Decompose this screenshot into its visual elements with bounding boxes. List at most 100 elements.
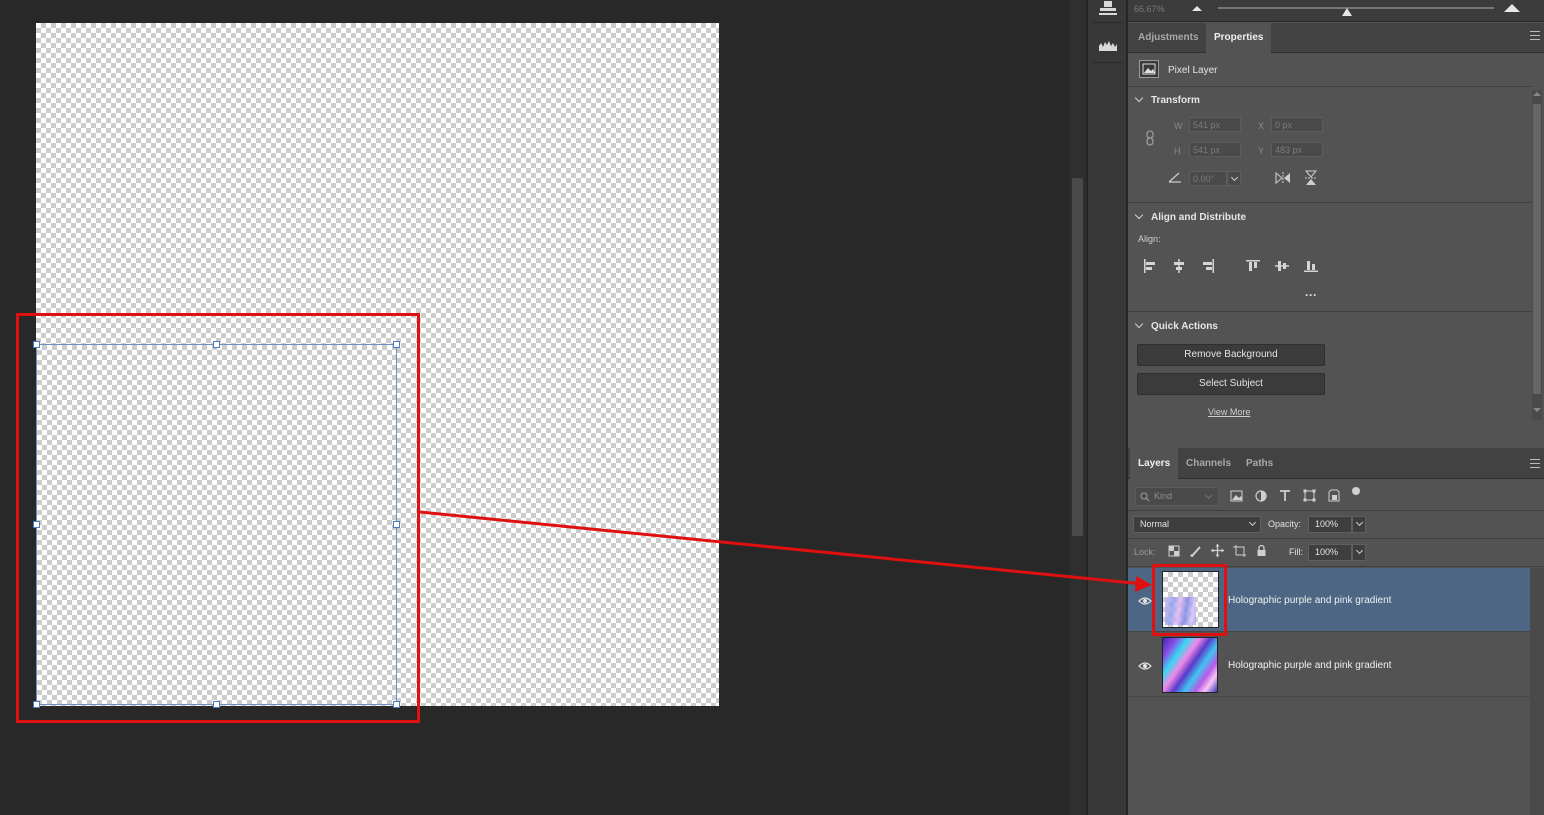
align-left-edges-icon[interactable] <box>1143 259 1157 276</box>
layer-filter-kind[interactable]: Kind <box>1135 487 1219 506</box>
lock-transparent-pixels-icon[interactable] <box>1168 545 1180 560</box>
quick-actions-section-header[interactable]: Quick Actions <box>1134 319 1218 332</box>
tab-adjustments[interactable]: Adjustments <box>1130 23 1207 53</box>
layer-name[interactable]: Holographic purple and pink gradient <box>1228 595 1391 606</box>
angle-dropdown[interactable] <box>1227 171 1241 186</box>
height-field[interactable]: 541 px <box>1189 142 1241 157</box>
opacity-dropdown[interactable] <box>1352 516 1366 533</box>
lock-image-pixels-icon[interactable] <box>1190 545 1202 560</box>
x-label: X <box>1258 121 1265 131</box>
filter-shape-icon[interactable] <box>1303 489 1316 505</box>
zoom-out-icon[interactable] <box>1192 6 1202 11</box>
align-right-edges-icon[interactable] <box>1201 259 1215 276</box>
visibility-eye-icon[interactable] <box>1138 661 1152 671</box>
filter-type-icon[interactable] <box>1279 489 1291 505</box>
lock-artboard-icon[interactable] <box>1233 545 1246 560</box>
strip-divider <box>1092 62 1124 63</box>
histogram-icon[interactable] <box>1088 38 1128 55</box>
transform-title: Transform <box>1151 95 1200 106</box>
chevron-down-icon <box>1355 518 1364 527</box>
chevron-down-icon <box>1355 546 1364 555</box>
zoom-slider-thumb[interactable] <box>1342 8 1352 16</box>
x-field[interactable]: 0 px <box>1271 117 1323 132</box>
layer-type-label: Pixel Layer <box>1168 65 1218 76</box>
layers-scrollbar[interactable] <box>1530 568 1544 815</box>
fill-dropdown[interactable] <box>1352 544 1366 561</box>
layers-tabbar: Layers Channels Paths <box>1128 448 1544 479</box>
align-section-header[interactable]: Align and Distribute <box>1134 210 1246 223</box>
opacity-label: Opacity: <box>1268 519 1302 529</box>
scroll-down-icon[interactable] <box>1533 408 1541 412</box>
align-bottom-edges-icon[interactable] <box>1304 259 1318 276</box>
right-panels: 66.67% Adjustments Properties Pixel Laye… <box>1128 0 1544 815</box>
divider <box>1128 311 1532 312</box>
flip-vertical-icon[interactable] <box>1304 170 1318 186</box>
zoom-in-icon[interactable] <box>1504 4 1520 12</box>
align-top-edges-icon[interactable] <box>1246 259 1260 276</box>
angle-field[interactable]: 0.00° <box>1189 171 1227 186</box>
chevron-down-icon <box>1204 491 1213 500</box>
lock-position-icon[interactable] <box>1211 544 1224 560</box>
height-label: H <box>1174 146 1181 156</box>
tab-channels[interactable]: Channels <box>1178 448 1239 479</box>
blend-mode-value: Normal <box>1140 519 1170 529</box>
filter-smart-object-icon[interactable] <box>1328 489 1340 505</box>
chevron-down-icon <box>1248 518 1257 527</box>
layer-thumbnail[interactable] <box>1162 637 1218 693</box>
chevron-down-icon <box>1230 173 1239 182</box>
blend-mode-select[interactable]: Normal <box>1133 516 1261 533</box>
stamp-icon[interactable] <box>1088 0 1128 21</box>
properties-tabbar: Adjustments Properties <box>1128 23 1544 53</box>
flip-horizontal-icon[interactable] <box>1275 171 1291 185</box>
more-options-button[interactable]: ··· <box>1305 288 1317 302</box>
layer-row[interactable]: Holographic purple and pink gradient <box>1128 633 1530 697</box>
filter-adjustment-icon[interactable] <box>1255 490 1267 505</box>
search-icon <box>1140 492 1150 502</box>
zoom-value[interactable]: 66.67% <box>1134 4 1165 14</box>
width-label: W <box>1174 121 1183 131</box>
layer-name[interactable]: Holographic purple and pink gradient <box>1228 660 1391 671</box>
lock-all-icon[interactable] <box>1256 544 1267 560</box>
align-vertical-centers-icon[interactable] <box>1275 259 1289 276</box>
divider <box>1128 510 1544 511</box>
divider <box>1128 86 1532 87</box>
fill-label: Fill: <box>1289 547 1303 557</box>
scroll-up-icon[interactable] <box>1533 92 1541 96</box>
filter-kind-label: Kind <box>1154 491 1173 501</box>
lock-label: Lock: <box>1134 547 1156 557</box>
y-label: Y <box>1258 146 1265 156</box>
tab-paths[interactable]: Paths <box>1238 448 1281 479</box>
align-horizontal-centers-icon[interactable] <box>1172 259 1186 276</box>
link-chain-icon[interactable] <box>1145 130 1155 146</box>
panel-menu-icon[interactable] <box>1530 31 1540 40</box>
strip-divider <box>1092 22 1124 23</box>
filter-pixel-icon[interactable] <box>1230 490 1243 505</box>
view-more-link[interactable]: View More <box>1208 407 1250 417</box>
filter-toggle-icon[interactable] <box>1352 487 1360 495</box>
zoom-slider-track[interactable] <box>1218 7 1494 9</box>
align-label: Align: <box>1138 234 1161 244</box>
visibility-eye-icon[interactable] <box>1138 596 1152 606</box>
fill-field[interactable]: 100% <box>1308 544 1352 561</box>
navigator-zoom-bar: 66.67% <box>1128 0 1544 22</box>
pixel-layer-icon <box>1139 60 1159 78</box>
properties-scrollbar-thumb[interactable] <box>1533 104 1541 394</box>
annotation-highlight-box <box>16 313 420 723</box>
panel-icon-strip <box>1087 0 1127 815</box>
canvas-scrollbar-thumb[interactable] <box>1072 178 1083 536</box>
width-field[interactable]: 541 px <box>1189 117 1241 132</box>
transform-section-header[interactable]: Transform <box>1134 93 1200 106</box>
chevron-down-icon <box>1134 319 1144 329</box>
panel-menu-icon[interactable] <box>1530 459 1540 468</box>
select-subject-button[interactable]: Select Subject <box>1137 373 1325 395</box>
y-field[interactable]: 483 px <box>1271 142 1323 157</box>
canvas-area[interactable] <box>0 0 1070 815</box>
opacity-field[interactable]: 100% <box>1308 516 1352 533</box>
align-title: Align and Distribute <box>1151 212 1246 223</box>
remove-background-button[interactable]: Remove Background <box>1137 344 1325 366</box>
tab-layers[interactable]: Layers <box>1130 448 1179 479</box>
annotation-highlight-box <box>1152 564 1227 636</box>
divider <box>1128 202 1532 203</box>
divider <box>1128 538 1544 539</box>
tab-properties[interactable]: Properties <box>1206 23 1272 53</box>
